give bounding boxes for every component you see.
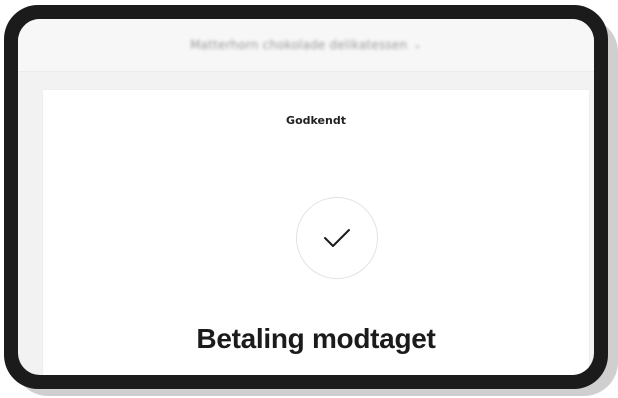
merchant-selector[interactable]: Matterhorn chokolade delikatessen ⌄ — [190, 38, 422, 52]
merchant-name: Matterhorn chokolade delikatessen — [190, 38, 408, 52]
checkmark-badge — [296, 197, 378, 279]
chevron-down-icon: ⌄ — [413, 39, 422, 51]
page-title: Betaling modtaget — [196, 323, 436, 354]
screen: Matterhorn chokolade delikatessen ⌄ Godk… — [18, 19, 594, 375]
checkmark-icon — [324, 229, 350, 247]
payment-card: Godkendt Betaling modtaget — [43, 90, 589, 375]
device-frame: Matterhorn chokolade delikatessen ⌄ Godk… — [4, 5, 608, 389]
status-label: Godkendt — [286, 114, 346, 127]
merchant-header: Matterhorn chokolade delikatessen ⌄ — [18, 19, 594, 72]
